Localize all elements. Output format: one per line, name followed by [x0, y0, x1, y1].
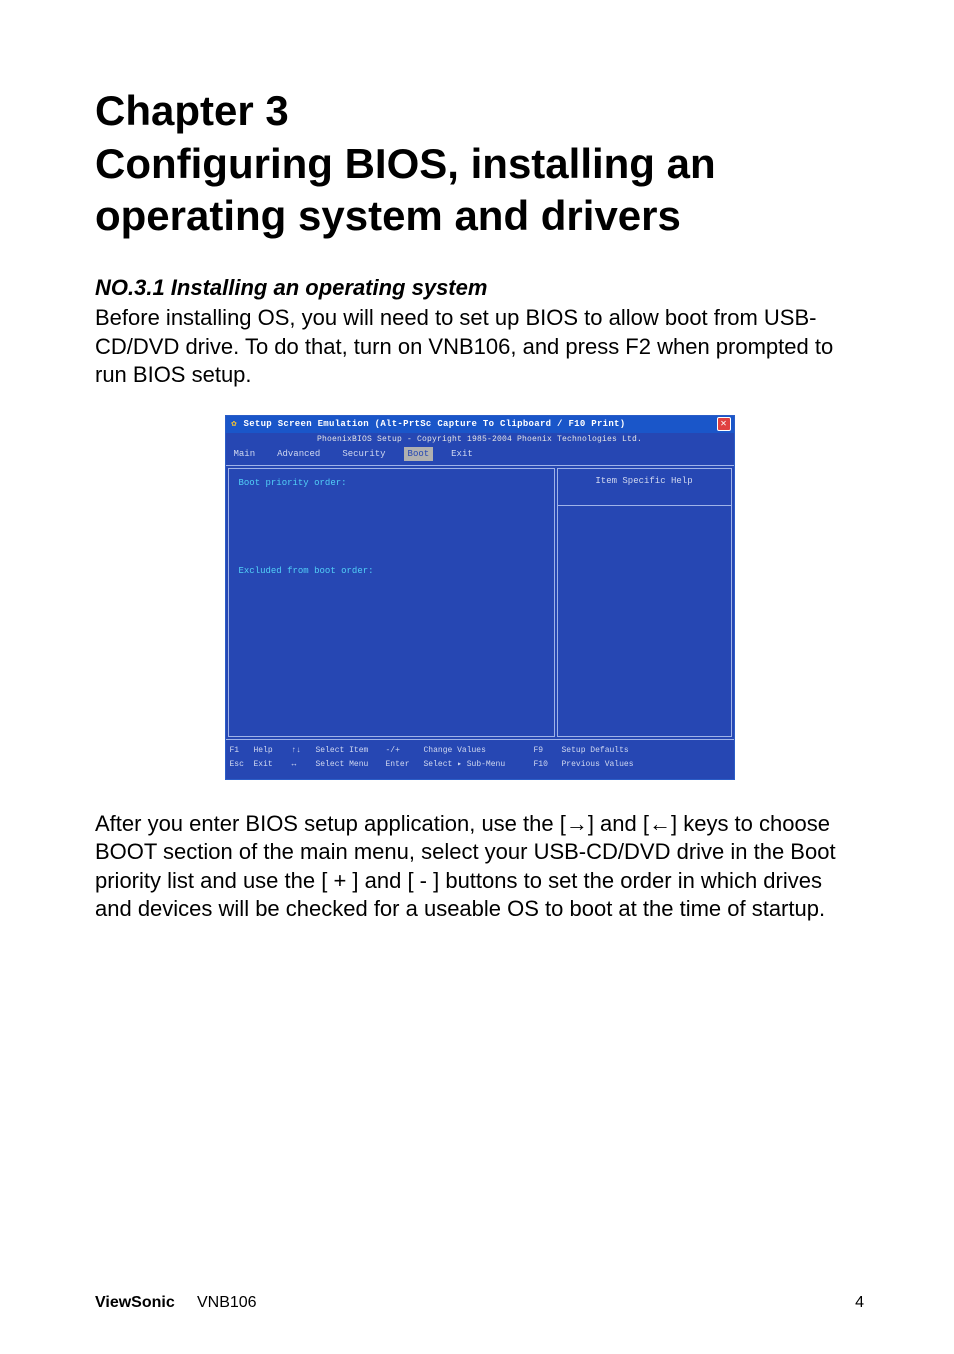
key-f10: F10 [534, 760, 562, 771]
key-change-values: Change Values [424, 746, 534, 757]
followup-paragraph: After you enter BIOS setup application, … [95, 810, 864, 924]
bios-screen: PhoenixBIOS Setup - Copyright 1985-2004 … [226, 433, 734, 779]
key-help: Help [254, 746, 292, 757]
chapter-heading: Chapter 3 Configuring BIOS, installing a… [95, 85, 864, 243]
section-title: NO.3.1 Installing an operating system [95, 273, 864, 303]
key-select-menu: Select Menu [316, 760, 386, 771]
help-pane: Item Specific Help [557, 468, 732, 737]
bios-setup-window: ✿ Setup Screen Emulation (Alt-PrtSc Capt… [225, 415, 735, 780]
key-leftright: ↔ [292, 760, 316, 771]
page-number: 4 [855, 1292, 864, 1314]
page-footer: ViewSonic VNB106 4 [95, 1292, 864, 1314]
window-title: Setup Screen Emulation (Alt-PrtSc Captur… [244, 418, 713, 430]
key-setup-defaults: Setup Defaults [562, 746, 730, 757]
footer-brand: ViewSonic [95, 1294, 175, 1311]
close-icon[interactable]: ✕ [717, 417, 731, 431]
menu-boot[interactable]: Boot [404, 447, 434, 461]
boot-priority-label: Boot priority order: [239, 477, 544, 489]
key-esc: Esc [230, 760, 254, 771]
menu-exit[interactable]: Exit [447, 447, 477, 461]
key-f1: F1 [230, 746, 254, 757]
window-titlebar: ✿ Setup Screen Emulation (Alt-PrtSc Capt… [226, 416, 734, 433]
menu-main[interactable]: Main [230, 447, 260, 461]
key-previous-values: Previous Values [562, 760, 730, 771]
key-enter: Enter [386, 760, 424, 771]
key-plusminus: -/+ [386, 746, 424, 757]
help-header: Item Specific Help [558, 469, 731, 506]
key-select-item: Select Item [316, 746, 386, 757]
footer-model: VNB106 [197, 1294, 257, 1311]
boot-order-pane: Boot priority order: Excluded from boot … [228, 468, 555, 737]
intro-paragraph: Before installing OS, you will need to s… [95, 304, 864, 390]
key-exit: Exit [254, 760, 292, 771]
bios-key-legend: F1 Help ↑↓ Select Item -/+ Change Values… [226, 740, 734, 779]
menu-advanced[interactable]: Advanced [273, 447, 324, 461]
key-updown: ↑↓ [292, 746, 316, 757]
bios-body: Boot priority order: Excluded from boot … [226, 465, 734, 740]
bios-copyright: PhoenixBIOS Setup - Copyright 1985-2004 … [226, 433, 734, 447]
app-icon: ✿ [229, 419, 240, 430]
key-f9: F9 [534, 746, 562, 757]
excluded-boot-label: Excluded from boot order: [239, 565, 544, 577]
bios-menu-bar: Main Advanced Security Boot Exit [226, 447, 734, 465]
key-select-submenu: Select ▸ Sub-Menu [424, 760, 534, 771]
menu-security[interactable]: Security [338, 447, 389, 461]
